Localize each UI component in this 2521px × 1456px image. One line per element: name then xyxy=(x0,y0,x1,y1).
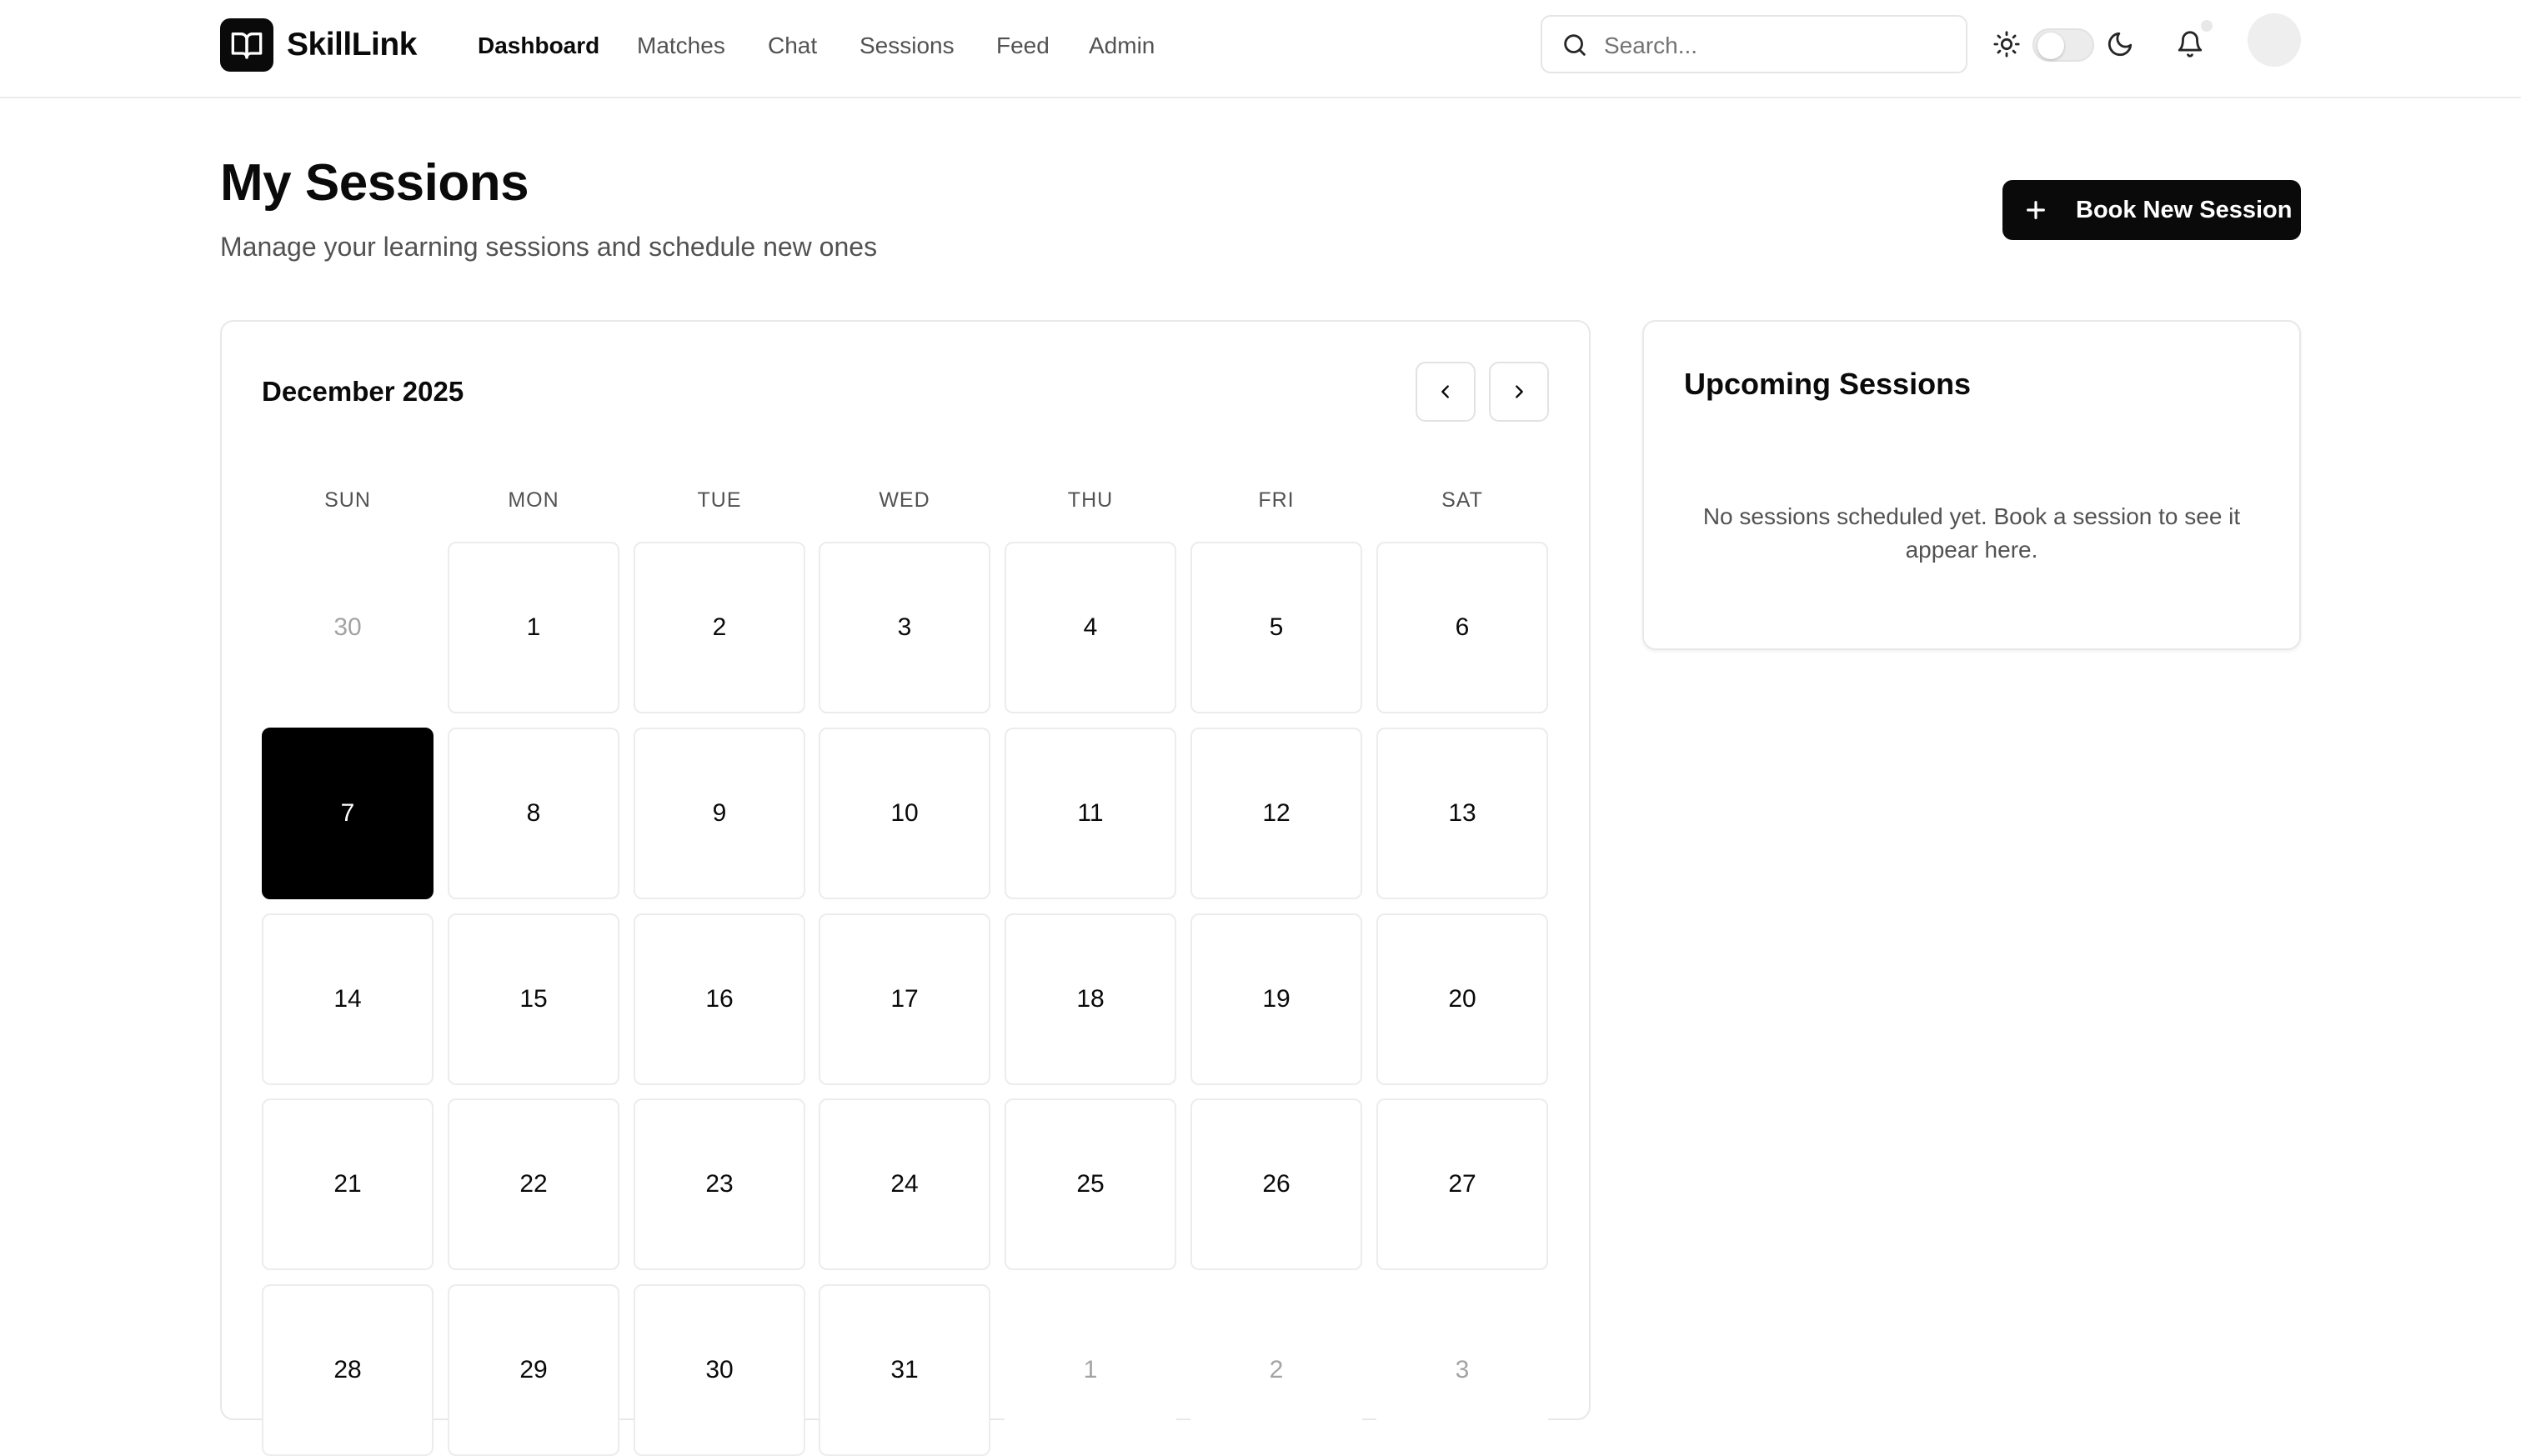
avatar[interactable] xyxy=(2248,13,2301,67)
calendar-day[interactable]: 24 xyxy=(819,1098,990,1270)
calendar-month-label: December 2025 xyxy=(262,376,464,407)
page-subtitle: Manage your learning sessions and schedu… xyxy=(220,232,878,262)
theme-toggle-knob xyxy=(2037,33,2064,59)
calendar-day[interactable]: 15 xyxy=(448,913,619,1085)
nav-dashboard[interactable]: Dashboard xyxy=(478,25,599,67)
calendar-day[interactable]: 6 xyxy=(1376,542,1548,713)
calendar-day[interactable]: 3 xyxy=(819,542,990,713)
calendar-day[interactable]: 22 xyxy=(448,1098,619,1270)
top-navbar: SkillLink Dashboard Matches Chat Session… xyxy=(0,0,2521,98)
calendar-day[interactable]: 13 xyxy=(1376,728,1548,899)
logo[interactable] xyxy=(220,18,273,72)
weekday-header: MON xyxy=(508,488,559,512)
upcoming-empty-message: No sessions scheduled yet. Book a sessio… xyxy=(1702,503,2241,563)
calendar-day-today[interactable]: 7 xyxy=(262,728,434,899)
calendar-day[interactable]: 8 xyxy=(448,728,619,899)
calendar-day[interactable]: 2 xyxy=(634,542,805,713)
calendar-day[interactable]: 5 xyxy=(1190,542,1362,713)
page-title: My Sessions xyxy=(220,154,529,212)
book-new-session-button[interactable]: Book New Session xyxy=(2002,180,2301,240)
calendar-day[interactable]: 9 xyxy=(634,728,805,899)
prev-month-button[interactable] xyxy=(1416,362,1476,422)
calendar-day[interactable]: 12 xyxy=(1190,728,1362,899)
weekday-header: SUN xyxy=(324,488,371,512)
nav-sessions[interactable]: Sessions xyxy=(860,25,955,67)
book-new-session-label: Book New Session xyxy=(2076,197,2293,223)
sun-icon xyxy=(1993,31,2020,58)
calendar-day[interactable]: 20 xyxy=(1376,913,1548,1085)
calendar-day[interactable]: 25 xyxy=(1005,1098,1176,1270)
search-icon xyxy=(1564,34,1586,56)
calendar-day[interactable]: 19 xyxy=(1190,913,1362,1085)
bell-icon[interactable] xyxy=(2176,29,2204,59)
calendar-day[interactable]: 11 xyxy=(1005,728,1176,899)
calendar-day[interactable]: 14 xyxy=(262,913,434,1085)
upcoming-sessions-title: Upcoming Sessions xyxy=(1684,367,1972,401)
weekday-header: WED xyxy=(879,488,930,512)
weekday-header: TUE xyxy=(697,488,742,512)
weekday-header: THU xyxy=(1067,488,1114,512)
weekday-header: FRI xyxy=(1258,488,1295,512)
nav-admin[interactable]: Admin xyxy=(1089,25,1155,67)
book-open-icon xyxy=(231,33,263,59)
calendar-day[interactable]: 1 xyxy=(448,542,619,713)
calendar-day[interactable]: 28 xyxy=(262,1284,434,1456)
weekday-header: SAT xyxy=(1441,488,1483,512)
nav-matches[interactable]: Matches xyxy=(637,25,725,67)
notification-dot xyxy=(2201,20,2213,32)
next-month-button[interactable] xyxy=(1489,362,1549,422)
theme-toggle[interactable] xyxy=(2032,28,2094,62)
app-name[interactable]: SkillLink xyxy=(287,22,417,68)
calendar-day[interactable]: 27 xyxy=(1376,1098,1548,1270)
search-input[interactable] xyxy=(1602,27,1956,65)
calendar-day[interactable]: 23 xyxy=(634,1098,805,1270)
calendar-day[interactable]: 31 xyxy=(819,1284,990,1456)
calendar-day[interactable]: 3 xyxy=(1376,1284,1548,1456)
calendar-day[interactable]: 17 xyxy=(819,913,990,1085)
calendar-day[interactable]: 10 xyxy=(819,728,990,899)
calendar-day[interactable]: 30 xyxy=(262,542,434,713)
calendar-day[interactable]: 26 xyxy=(1190,1098,1362,1270)
calendar-day[interactable]: 2 xyxy=(1190,1284,1362,1456)
calendar-day[interactable]: 4 xyxy=(1005,542,1176,713)
plus-icon xyxy=(2027,201,2045,219)
calendar-day[interactable]: 16 xyxy=(634,913,805,1085)
calendar-day[interactable]: 30 xyxy=(634,1284,805,1456)
chevron-right-icon xyxy=(1516,385,1523,398)
search-box[interactable] xyxy=(1541,15,1967,73)
calendar-day[interactable]: 21 xyxy=(262,1098,434,1270)
moon-icon xyxy=(2108,32,2133,57)
calendar-day[interactable]: 1 xyxy=(1005,1284,1176,1456)
nav-feed[interactable]: Feed xyxy=(996,25,1050,67)
calendar-day[interactable]: 29 xyxy=(448,1284,619,1456)
calendar-day[interactable]: 18 xyxy=(1005,913,1176,1085)
nav-chat[interactable]: Chat xyxy=(768,25,817,67)
chevron-left-icon xyxy=(1441,385,1449,398)
